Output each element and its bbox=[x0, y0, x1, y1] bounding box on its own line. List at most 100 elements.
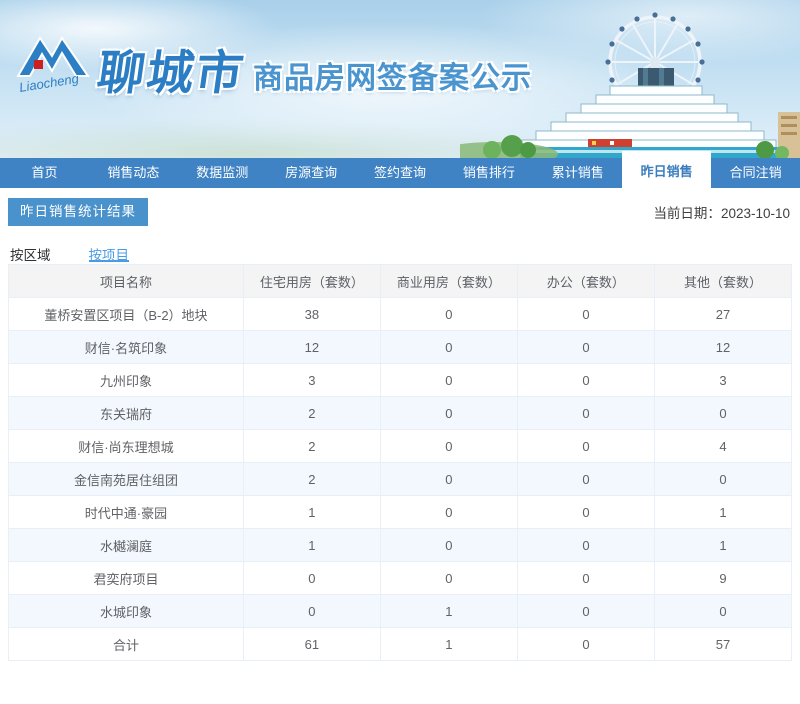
page-head: 昨日销售统计结果 当前日期：2023-10-10 bbox=[8, 188, 792, 226]
cell-project-name: 时代中通·豪园 bbox=[8, 495, 244, 529]
logo-red-square bbox=[34, 60, 43, 69]
table-row: 董桥安置区项目（B-2）地块 38 0 0 27 bbox=[8, 297, 793, 331]
column-header-2: 住宅用房（套数） bbox=[242, 264, 381, 298]
cell-project-name: 财信·尚东理想城 bbox=[8, 429, 244, 463]
cell-count: 0 bbox=[653, 462, 793, 496]
main-nav: 首页 销售动态 数据监测 房源查询 签约查询 销售排行 累计销售 昨日销售 合同注销 bbox=[0, 151, 800, 188]
cell-count: 1 bbox=[242, 495, 381, 529]
cell-count: 0 bbox=[379, 462, 518, 496]
view-tabs: 按区域 按项目 bbox=[8, 226, 792, 263]
cell-count: 0 bbox=[516, 462, 655, 496]
cell-count: 0 bbox=[516, 495, 655, 529]
tab-1[interactable]: 按区域 bbox=[10, 244, 51, 263]
logo-mountain-icon bbox=[16, 36, 90, 77]
cell-count: 0 bbox=[516, 528, 655, 562]
cell-project-name: 合计 bbox=[8, 627, 244, 661]
site-city-name: 聊城市 bbox=[94, 46, 249, 99]
cell-count: 3 bbox=[242, 363, 381, 397]
table-row: 时代中通·豪园 1 0 0 1 bbox=[8, 495, 793, 529]
cell-count: 0 bbox=[653, 594, 793, 628]
cell-count: 2 bbox=[242, 462, 381, 496]
cell-count: 2 bbox=[242, 396, 381, 430]
table-row: 九州印象 3 0 0 3 bbox=[8, 363, 793, 397]
nav-item-4[interactable]: 房源查询 bbox=[267, 158, 356, 188]
cell-count: 9 bbox=[653, 561, 793, 595]
cell-count: 12 bbox=[653, 330, 793, 364]
cell-count: 0 bbox=[379, 297, 518, 331]
sales-table: 项目名称 住宅用房（套数） 商业用房（套数） 办公（套数） 其他（套数） 董桥安置区项目… bbox=[8, 264, 793, 661]
date-label: 当前日期： bbox=[653, 206, 721, 221]
cell-count: 0 bbox=[516, 396, 655, 430]
cell-count: 0 bbox=[242, 561, 381, 595]
cell-count: 1 bbox=[379, 594, 518, 628]
cell-count: 0 bbox=[379, 363, 518, 397]
column-header-4: 办公（套数） bbox=[516, 264, 655, 298]
site-logo: Liaocheng bbox=[16, 36, 90, 95]
table-row: 水城印象 0 1 0 0 bbox=[8, 594, 793, 628]
page-title: 昨日销售统计结果 bbox=[8, 198, 148, 226]
cell-count: 0 bbox=[242, 594, 381, 628]
cell-count: 0 bbox=[516, 561, 655, 595]
cell-project-name: 君奕府项目 bbox=[8, 561, 244, 595]
cell-count: 4 bbox=[653, 429, 793, 463]
table-header-row: 项目名称 住宅用房（套数） 商业用房（套数） 办公（套数） 其他（套数） bbox=[8, 264, 793, 298]
cell-count: 1 bbox=[653, 528, 793, 562]
cell-count: 0 bbox=[516, 363, 655, 397]
column-header-3: 商业用房（套数） bbox=[379, 264, 518, 298]
cell-project-name: 东关瑞府 bbox=[8, 396, 244, 430]
cell-count: 0 bbox=[516, 594, 655, 628]
cell-count: 0 bbox=[379, 561, 518, 595]
tab-2[interactable]: 按项目 bbox=[88, 244, 129, 263]
site-header: Liaocheng 聊城市 商品房网签备案公示 bbox=[0, 0, 800, 158]
cell-project-name: 董桥安置区项目（B-2）地块 bbox=[8, 297, 244, 331]
cell-count: 0 bbox=[516, 627, 655, 661]
table-row: 财信·尚东理想城 2 0 0 4 bbox=[8, 429, 793, 463]
cell-count: 0 bbox=[379, 429, 518, 463]
cell-project-name: 水城印象 bbox=[8, 594, 244, 628]
main-content: 昨日销售统计结果 当前日期：2023-10-10 按区域 按项目 项目名称 住宅用房… bbox=[0, 188, 800, 661]
table-row: 君奕府项目 0 0 0 9 bbox=[8, 561, 793, 595]
cell-count: 0 bbox=[516, 297, 655, 331]
cell-project-name: 金信南苑居住组团 bbox=[8, 462, 244, 496]
cell-count: 2 bbox=[242, 429, 381, 463]
cell-count: 0 bbox=[379, 330, 518, 364]
cell-project-name: 九州印象 bbox=[8, 363, 244, 397]
brand: Liaocheng 聊城市 商品房网签备案公示 bbox=[14, 26, 532, 104]
table-row: 东关瑞府 2 0 0 0 bbox=[8, 396, 793, 430]
cell-count: 1 bbox=[653, 495, 793, 529]
table-row: 财信·名筑印象 12 0 0 12 bbox=[8, 330, 793, 364]
nav-item-6[interactable]: 销售排行 bbox=[444, 158, 533, 188]
table-body: 董桥安置区项目（B-2）地块 38 0 0 27 财信·名筑印象 12 0 0 12 九州印象 3 0 0… bbox=[8, 297, 793, 661]
column-header-5: 其他（套数） bbox=[653, 264, 793, 298]
nav-item-8[interactable]: 昨日销售 bbox=[622, 151, 712, 188]
cell-count: 0 bbox=[516, 330, 655, 364]
cell-count: 1 bbox=[379, 627, 518, 661]
nav-item-3[interactable]: 数据监测 bbox=[178, 158, 267, 188]
nav-item-2[interactable]: 销售动态 bbox=[89, 158, 178, 188]
column-header-1: 项目名称 bbox=[8, 264, 244, 298]
cell-count: 38 bbox=[242, 297, 381, 331]
cell-project-name: 财信·名筑印象 bbox=[8, 330, 244, 364]
nav-item-9[interactable]: 合同注销 bbox=[711, 158, 800, 188]
table-row: 金信南苑居住组团 2 0 0 0 bbox=[8, 462, 793, 496]
current-date: 当前日期：2023-10-10 bbox=[653, 202, 792, 222]
cell-count: 0 bbox=[379, 495, 518, 529]
cell-count: 0 bbox=[379, 528, 518, 562]
cell-count: 27 bbox=[653, 297, 793, 331]
cell-count: 57 bbox=[653, 627, 793, 661]
nav-item-1[interactable]: 首页 bbox=[0, 158, 89, 188]
table-row: 水樾澜庭 1 0 0 1 bbox=[8, 528, 793, 562]
cell-count: 0 bbox=[653, 396, 793, 430]
site-title: 商品房网签备案公示 bbox=[253, 62, 532, 95]
cell-count: 0 bbox=[516, 429, 655, 463]
cell-count: 3 bbox=[653, 363, 793, 397]
cell-count: 61 bbox=[242, 627, 381, 661]
date-value: 2023-10-10 bbox=[720, 206, 790, 221]
cell-count: 12 bbox=[242, 330, 381, 364]
cell-count: 0 bbox=[379, 396, 518, 430]
table-row-total: 合计 61 1 0 57 bbox=[8, 627, 793, 661]
nav-item-7[interactable]: 累计销售 bbox=[533, 158, 622, 188]
cell-project-name: 水樾澜庭 bbox=[8, 528, 244, 562]
nav-item-5[interactable]: 签约查询 bbox=[356, 158, 445, 188]
cell-count: 1 bbox=[242, 528, 381, 562]
